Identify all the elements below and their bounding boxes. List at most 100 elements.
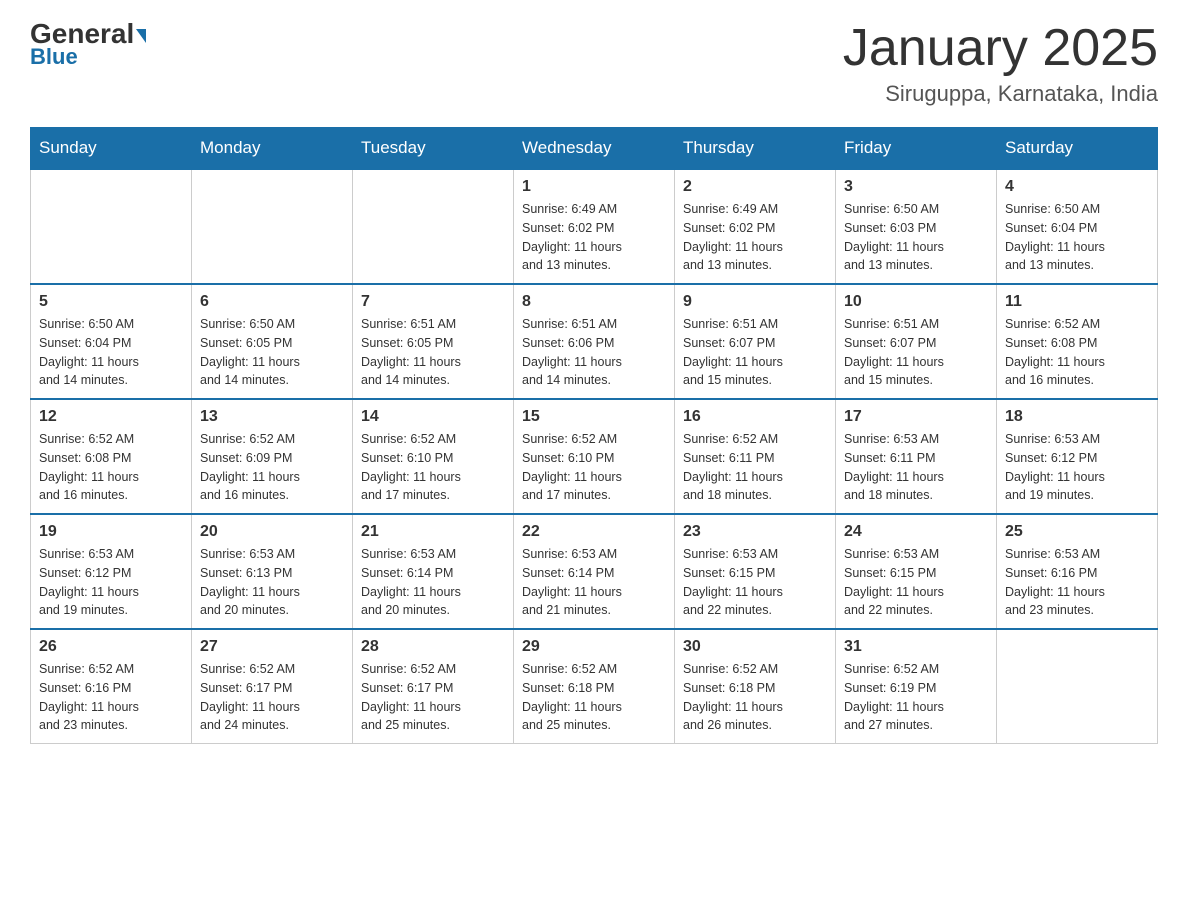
page-header: General Blue January 2025 Siruguppa, Kar… <box>30 20 1158 107</box>
week-row-0: 1Sunrise: 6:49 AMSunset: 6:02 PMDaylight… <box>31 169 1158 284</box>
calendar-cell <box>997 629 1158 744</box>
day-info: Sunrise: 6:52 AMSunset: 6:10 PMDaylight:… <box>361 430 505 505</box>
day-number: 8 <box>522 293 666 311</box>
calendar-cell: 10 Sunrise: 6:51 AMSunset: 6:07 PMDayligh… <box>836 284 997 399</box>
day-info: Sunrise: 6:52 AMSunset: 6:17 PMDaylight:… <box>200 660 344 735</box>
day-info: Sunrise: 6:51 AMSunset: 6:07 PMDaylight:… <box>844 315 988 390</box>
logo-sub: Blue <box>30 44 78 70</box>
day-number: 26 <box>39 638 183 656</box>
calendar-cell: 16 Sunrise: 6:52 AMSunset: 6:11 PMDayligh… <box>675 399 836 514</box>
header-thursday: Thursday <box>675 128 836 170</box>
day-info: Sunrise: 6:52 AMSunset: 6:18 PMDaylight:… <box>522 660 666 735</box>
day-number: 30 <box>683 638 827 656</box>
day-number: 24 <box>844 523 988 541</box>
calendar-cell: 27 Sunrise: 6:52 AMSunset: 6:17 PMDayligh… <box>192 629 353 744</box>
day-info: Sunrise: 6:53 AMSunset: 6:16 PMDaylight:… <box>1005 545 1149 620</box>
day-number: 18 <box>1005 408 1149 426</box>
day-number: 16 <box>683 408 827 426</box>
calendar-cell: 12Sunrise: 6:52 AMSunset: 6:08 PMDayligh… <box>31 399 192 514</box>
calendar-cell: 11 Sunrise: 6:52 AMSunset: 6:08 PMDayligh… <box>997 284 1158 399</box>
week-row-4: 26 Sunrise: 6:52 AMSunset: 6:16 PMDayligh… <box>31 629 1158 744</box>
day-info: Sunrise: 6:50 AMSunset: 6:04 PMDaylight:… <box>1005 200 1149 275</box>
day-number: 6 <box>200 293 344 311</box>
day-number: 13 <box>200 408 344 426</box>
day-number: 3 <box>844 178 988 196</box>
header-sunday: Sunday <box>31 128 192 170</box>
week-row-2: 12Sunrise: 6:52 AMSunset: 6:08 PMDayligh… <box>31 399 1158 514</box>
day-number: 25 <box>1005 523 1149 541</box>
calendar-cell: 20 Sunrise: 6:53 AMSunset: 6:13 PMDayligh… <box>192 514 353 629</box>
calendar-cell: 7 Sunrise: 6:51 AMSunset: 6:05 PMDaylight… <box>353 284 514 399</box>
calendar-cell: 15Sunrise: 6:52 AMSunset: 6:10 PMDayligh… <box>514 399 675 514</box>
day-number: 11 <box>1005 293 1149 311</box>
day-number: 22 <box>522 523 666 541</box>
day-info: Sunrise: 6:53 AMSunset: 6:13 PMDaylight:… <box>200 545 344 620</box>
day-info: Sunrise: 6:52 AMSunset: 6:09 PMDaylight:… <box>200 430 344 505</box>
day-info: Sunrise: 6:53 AMSunset: 6:14 PMDaylight:… <box>522 545 666 620</box>
day-info: Sunrise: 6:52 AMSunset: 6:18 PMDaylight:… <box>683 660 827 735</box>
calendar-cell: 14Sunrise: 6:52 AMSunset: 6:10 PMDayligh… <box>353 399 514 514</box>
day-number: 27 <box>200 638 344 656</box>
calendar-cell: 28Sunrise: 6:52 AMSunset: 6:17 PMDayligh… <box>353 629 514 744</box>
header-friday: Friday <box>836 128 997 170</box>
day-number: 5 <box>39 293 183 311</box>
calendar-cell: 19Sunrise: 6:53 AMSunset: 6:12 PMDayligh… <box>31 514 192 629</box>
day-number: 19 <box>39 523 183 541</box>
day-info: Sunrise: 6:53 AMSunset: 6:15 PMDaylight:… <box>683 545 827 620</box>
day-info: Sunrise: 6:53 AMSunset: 6:15 PMDaylight:… <box>844 545 988 620</box>
day-number: 7 <box>361 293 505 311</box>
day-info: Sunrise: 6:51 AMSunset: 6:06 PMDaylight:… <box>522 315 666 390</box>
week-row-1: 5 Sunrise: 6:50 AMSunset: 6:04 PMDaylight… <box>31 284 1158 399</box>
day-number: 20 <box>200 523 344 541</box>
calendar-cell <box>192 169 353 284</box>
calendar-cell: 3 Sunrise: 6:50 AMSunset: 6:03 PMDaylight… <box>836 169 997 284</box>
calendar-cell: 24 Sunrise: 6:53 AMSunset: 6:15 PMDayligh… <box>836 514 997 629</box>
header-tuesday: Tuesday <box>353 128 514 170</box>
header-monday: Monday <box>192 128 353 170</box>
calendar-cell <box>31 169 192 284</box>
day-info: Sunrise: 6:50 AMSunset: 6:03 PMDaylight:… <box>844 200 988 275</box>
week-row-3: 19Sunrise: 6:53 AMSunset: 6:12 PMDayligh… <box>31 514 1158 629</box>
day-number: 23 <box>683 523 827 541</box>
calendar-cell: 13 Sunrise: 6:52 AMSunset: 6:09 PMDayligh… <box>192 399 353 514</box>
calendar-cell: 6 Sunrise: 6:50 AMSunset: 6:05 PMDaylight… <box>192 284 353 399</box>
day-number: 4 <box>1005 178 1149 196</box>
day-info: Sunrise: 6:51 AMSunset: 6:07 PMDaylight:… <box>683 315 827 390</box>
calendar-cell: 29 Sunrise: 6:52 AMSunset: 6:18 PMDayligh… <box>514 629 675 744</box>
day-number: 12 <box>39 408 183 426</box>
logo: General Blue <box>30 20 146 70</box>
day-info: Sunrise: 6:51 AMSunset: 6:05 PMDaylight:… <box>361 315 505 390</box>
day-number: 17 <box>844 408 988 426</box>
day-info: Sunrise: 6:52 AMSunset: 6:08 PMDaylight:… <box>1005 315 1149 390</box>
location-title: Siruguppa, Karnataka, India <box>843 81 1158 107</box>
calendar-cell: 17 Sunrise: 6:53 AMSunset: 6:11 PMDayligh… <box>836 399 997 514</box>
day-number: 31 <box>844 638 988 656</box>
day-info: Sunrise: 6:53 AMSunset: 6:12 PMDaylight:… <box>1005 430 1149 505</box>
day-info: Sunrise: 6:52 AMSunset: 6:11 PMDaylight:… <box>683 430 827 505</box>
day-number: 1 <box>522 178 666 196</box>
day-number: 10 <box>844 293 988 311</box>
day-number: 28 <box>361 638 505 656</box>
calendar-cell: 30 Sunrise: 6:52 AMSunset: 6:18 PMDayligh… <box>675 629 836 744</box>
day-info: Sunrise: 6:50 AMSunset: 6:04 PMDaylight:… <box>39 315 183 390</box>
calendar-header-row: SundayMondayTuesdayWednesdayThursdayFrid… <box>31 128 1158 170</box>
day-number: 21 <box>361 523 505 541</box>
calendar-cell: 31 Sunrise: 6:52 AMSunset: 6:19 PMDayligh… <box>836 629 997 744</box>
day-info: Sunrise: 6:53 AMSunset: 6:14 PMDaylight:… <box>361 545 505 620</box>
calendar-cell: 22 Sunrise: 6:53 AMSunset: 6:14 PMDayligh… <box>514 514 675 629</box>
calendar-cell: 18 Sunrise: 6:53 AMSunset: 6:12 PMDayligh… <box>997 399 1158 514</box>
calendar-cell: 21 Sunrise: 6:53 AMSunset: 6:14 PMDayligh… <box>353 514 514 629</box>
header-wednesday: Wednesday <box>514 128 675 170</box>
day-number: 29 <box>522 638 666 656</box>
header-saturday: Saturday <box>997 128 1158 170</box>
day-info: Sunrise: 6:52 AMSunset: 6:16 PMDaylight:… <box>39 660 183 735</box>
month-title: January 2025 <box>843 20 1158 77</box>
day-info: Sunrise: 6:50 AMSunset: 6:05 PMDaylight:… <box>200 315 344 390</box>
day-info: Sunrise: 6:52 AMSunset: 6:19 PMDaylight:… <box>844 660 988 735</box>
day-number: 2 <box>683 178 827 196</box>
title-block: January 2025 Siruguppa, Karnataka, India <box>843 20 1158 107</box>
day-info: Sunrise: 6:53 AMSunset: 6:11 PMDaylight:… <box>844 430 988 505</box>
calendar-table: SundayMondayTuesdayWednesdayThursdayFrid… <box>30 127 1158 744</box>
calendar-cell: 26 Sunrise: 6:52 AMSunset: 6:16 PMDayligh… <box>31 629 192 744</box>
calendar-cell: 2Sunrise: 6:49 AMSunset: 6:02 PMDaylight… <box>675 169 836 284</box>
